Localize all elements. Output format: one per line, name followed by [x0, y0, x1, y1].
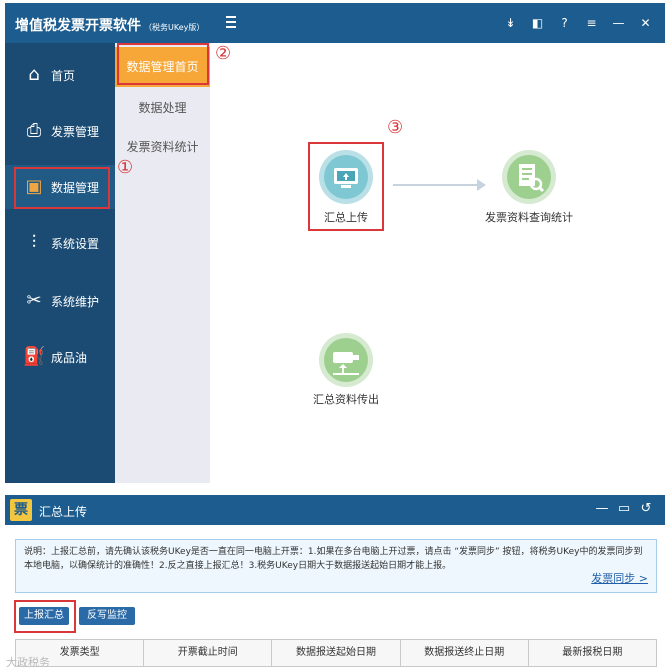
column-header[interactable]: 数据报送起始日期	[272, 640, 401, 666]
window-title-bar: 票 汇总上传 — ▭ ↺	[5, 495, 665, 525]
app-title: 增值税发票开票软件 （税务UKey版）	[15, 15, 204, 35]
sidebar-item-label: 系统维护	[51, 295, 100, 309]
notice-box: 说明：上报汇总前，请先确认该税务UKey是否一直在同一电脑上开票：1.如果在多台…	[15, 539, 657, 593]
sidebar-item-label: 系统设置	[51, 237, 100, 251]
arrow-head-icon	[477, 179, 486, 191]
sidebar-item-label: 首页	[51, 69, 76, 83]
maximize-icon[interactable]: ▭	[613, 501, 635, 516]
invoice-logo-icon: 票	[10, 499, 32, 521]
download-icon[interactable]: ↡	[497, 12, 524, 34]
sidebar-item-label: 成品油	[51, 351, 88, 365]
notice-text: 说明：上报汇总前，请先确认该税务UKey是否一直在同一电脑上开票：1.如果在多台…	[24, 547, 643, 571]
annotation-marker-two: ②	[215, 43, 232, 64]
printer-icon: ⎙	[26, 120, 42, 141]
export-summary-icon	[319, 333, 373, 387]
screen-icon[interactable]: ◧	[524, 12, 551, 34]
column-header[interactable]: 最新报税日期	[529, 640, 656, 666]
highlight-box-data-home	[117, 43, 209, 85]
back-icon[interactable]: ↺	[635, 501, 657, 516]
tab-data-process[interactable]: 数据处理	[115, 88, 210, 128]
close-icon[interactable]: ✕	[632, 12, 659, 34]
sidebar-item-oil[interactable]: ⛽ 成品油	[5, 335, 115, 379]
sidebar-item-label: 发票管理	[51, 125, 100, 139]
highlight-box-upload	[308, 142, 384, 231]
table-header: 发票类型 开票截止时间 数据报送起始日期 数据报送终止日期 最新报税日期	[15, 639, 657, 667]
reverse-monitor-button[interactable]: 反写监控	[79, 607, 135, 625]
sidebar: ⌂ 首页 ⎙ 发票管理 ▣ 数据管理 ⫶ 系统设置 ✂ 系统维护 ⛽ 成品油	[5, 43, 115, 483]
highlight-box-data	[14, 167, 110, 209]
app-title-text: 增值税发票开票软件	[15, 18, 141, 34]
main-window: 增值税发票开票软件（税务UKey版） ↡ ◧ ? ≡ — ✕ ⌂ 首页 ⎙ 发	[5, 3, 665, 483]
screenshot-root: 增值税发票开票软件（税务UKey版） ↡ ◧ ? ≡ — ✕ ⌂ 首页 ⎙ 发	[0, 0, 669, 667]
feature-label: 汇总资料传出	[313, 393, 379, 406]
upload-summary-window: 票 汇总上传 — ▭ ↺ 说明：上报汇总前，请先确认该税务UKey是否一直在同一…	[5, 495, 665, 667]
sidebar-item-home[interactable]: ⌂ 首页	[5, 53, 115, 97]
home-icon: ⌂	[28, 64, 40, 85]
column-header[interactable]: 数据报送终止日期	[401, 640, 529, 666]
window-title: 汇总上传	[39, 505, 88, 519]
sidebar-item-settings[interactable]: ⫶ 系统设置	[5, 221, 115, 265]
highlight-box-report	[14, 600, 76, 633]
minimize-icon[interactable]: —	[591, 501, 613, 516]
title-bar: 增值税发票开票软件 （税务UKey版） ↡ ◧ ? ≡ — ✕	[5, 3, 665, 43]
flow-arrow	[393, 184, 483, 186]
annotation-marker-three: ③	[387, 117, 404, 138]
feature-label: 发票资料查询统计	[485, 211, 573, 224]
invoice-query-icon	[502, 150, 556, 204]
tools-icon: ✂	[26, 290, 42, 311]
menu-icon[interactable]: ≡	[578, 12, 605, 34]
column-header[interactable]: 开票截止时间	[144, 640, 273, 666]
help-icon[interactable]: ?	[551, 12, 578, 34]
sidebar-item-invoice[interactable]: ⎙ 发票管理	[5, 109, 115, 153]
window-controls: ↡ ◧ ? ≡ — ✕	[497, 12, 659, 34]
app-subtitle: （税务UKey版）	[144, 23, 205, 32]
menu-collapse-icon[interactable]	[223, 14, 239, 30]
annotation-marker-one: ①	[117, 157, 134, 178]
sidebar-item-maintenance[interactable]: ✂ 系统维护	[5, 279, 115, 323]
minimize-icon[interactable]: —	[605, 12, 632, 34]
oil-can-icon: ⛽	[23, 346, 46, 367]
sync-invoice-link[interactable]: 发票同步 >	[591, 572, 648, 586]
window-controls: — ▭ ↺	[591, 501, 657, 516]
watermark-text: 大政税务	[6, 656, 50, 667]
sliders-icon: ⫶	[31, 232, 37, 253]
sub-navigation: 数据管理首页 数据处理 发票资料统计	[115, 43, 210, 483]
